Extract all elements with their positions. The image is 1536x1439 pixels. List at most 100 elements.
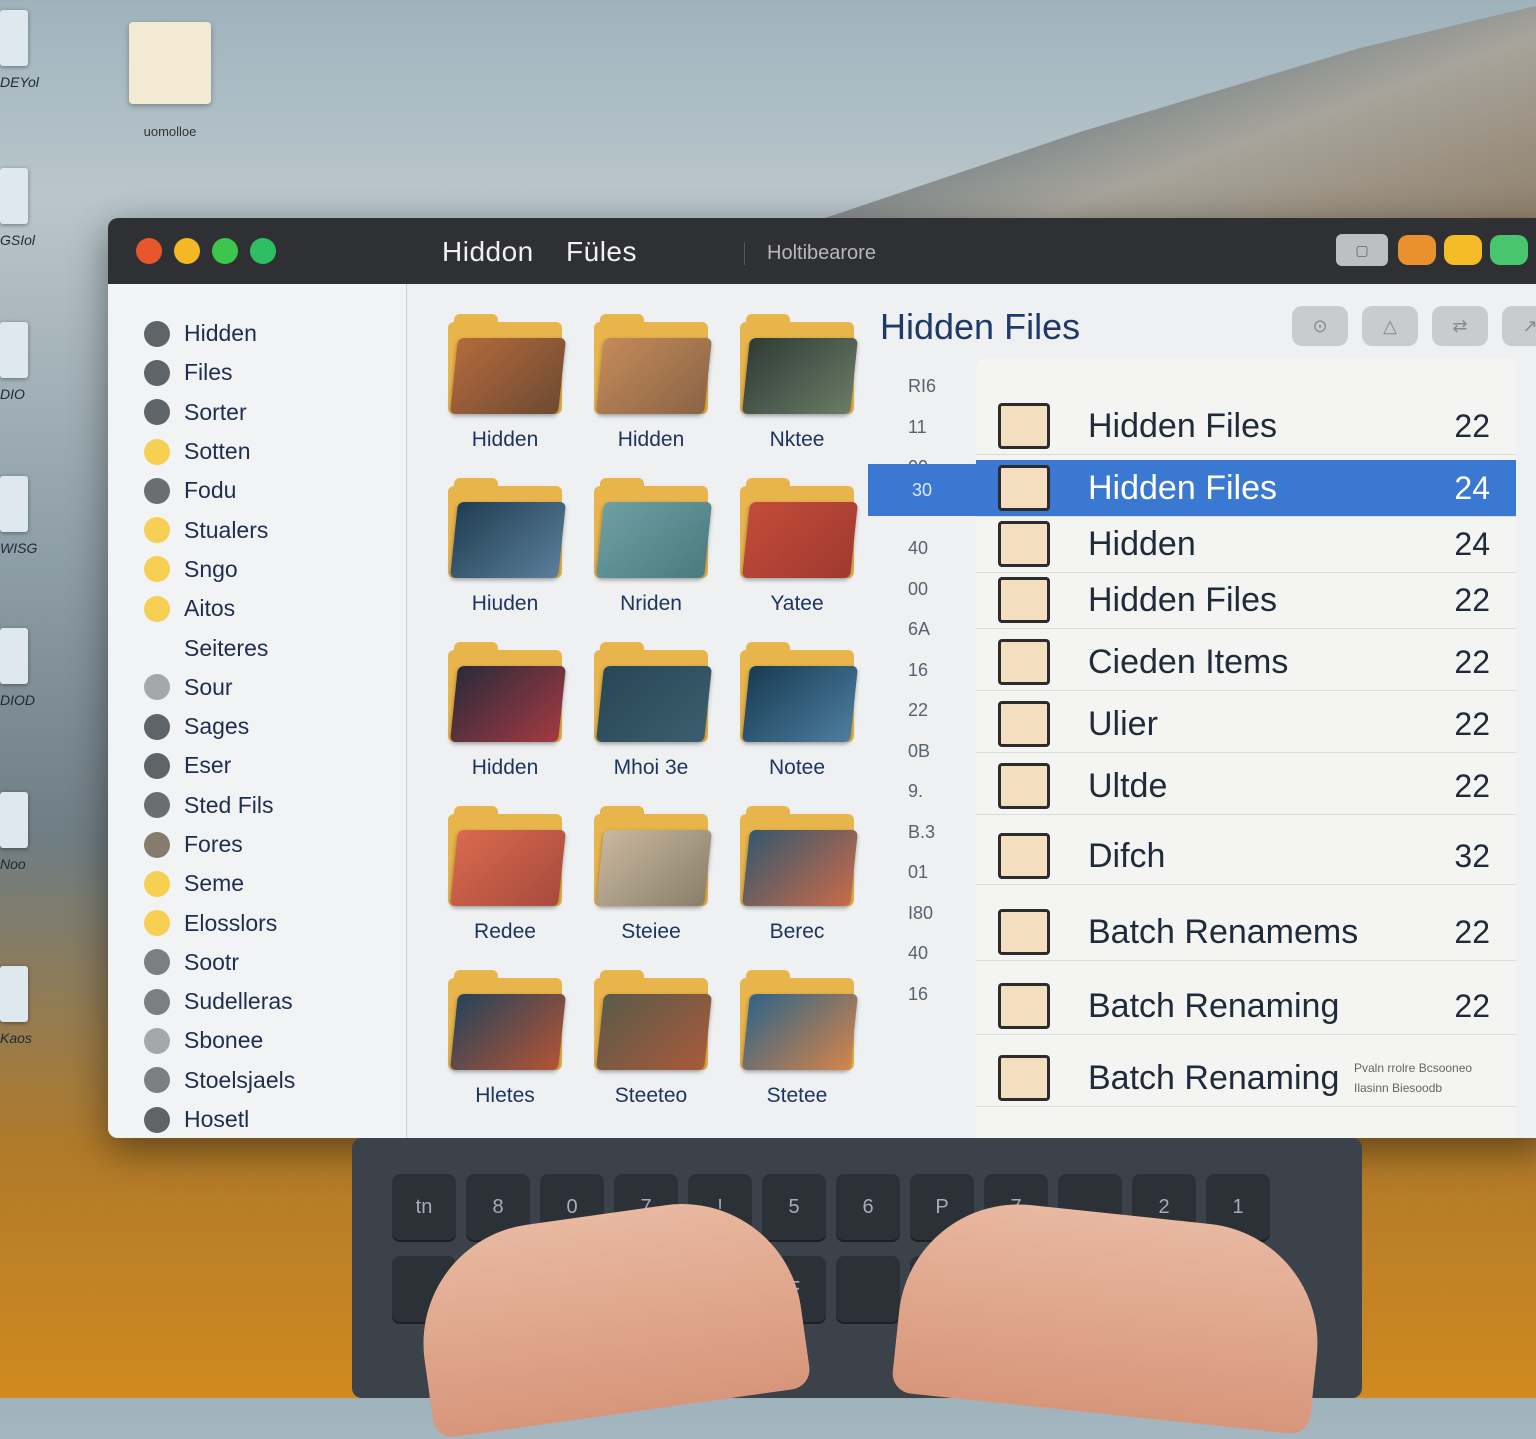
folder-item[interactable]: Hidden	[432, 314, 578, 486]
titlebar-dot[interactable]	[1490, 235, 1528, 265]
keyboard-key[interactable]: 6	[836, 1174, 900, 1240]
sidebar-item[interactable]: Aitos	[108, 589, 406, 628]
keyboard-key[interactable]: 5	[762, 1174, 826, 1240]
sidebar-item[interactable]: Sotten	[108, 432, 406, 471]
sidebar-item[interactable]: Hosetl	[108, 1100, 406, 1138]
sidebar-item[interactable]: Eser	[108, 746, 406, 785]
row-checkbox[interactable]	[998, 465, 1050, 511]
sidebar-item[interactable]: Files	[108, 353, 406, 392]
sidebar-item-label: Files	[184, 359, 233, 386]
row-checkbox[interactable]	[998, 909, 1050, 955]
folder-item[interactable]: Hiuden	[432, 478, 578, 650]
folder-thumbnail	[742, 666, 858, 742]
sidebar-item[interactable]: Sbonee	[108, 1021, 406, 1060]
row-checkbox[interactable]	[998, 639, 1050, 685]
folder-item[interactable]: Nktee	[724, 314, 870, 486]
window-control-dot[interactable]	[250, 238, 276, 264]
row-checkbox[interactable]	[998, 701, 1050, 747]
row-number: 0B	[908, 740, 931, 761]
file-list-row[interactable]: Batch Renaming 22	[976, 978, 1516, 1035]
file-list-row[interactable]: Batch Renamems 22	[976, 904, 1516, 961]
window-control-dot[interactable]	[136, 238, 162, 264]
sidebar-item[interactable]: Seme	[108, 864, 406, 903]
desktop-icon-label: Kaos	[0, 1030, 32, 1046]
keyboard-key[interactable]	[836, 1256, 900, 1322]
detail-tool-button[interactable]: ⇄	[1432, 306, 1488, 346]
folder-item[interactable]: Steiee	[578, 806, 724, 978]
detail-tool-button[interactable]: △	[1362, 306, 1418, 346]
desktop-icon[interactable]: Kaos	[0, 966, 60, 1046]
desktop-icon[interactable]: DEYol	[0, 10, 60, 90]
sidebar-item[interactable]: Hidden	[108, 314, 406, 353]
folder-item[interactable]: Hidden	[578, 314, 724, 486]
toolbar-view-button[interactable]: ▢	[1336, 234, 1388, 266]
sidebar-item[interactable]: Sour	[108, 668, 406, 707]
tag-dot-icon	[144, 595, 170, 622]
row-checkbox[interactable]	[998, 833, 1050, 879]
sidebar-item[interactable]: Sudelleras	[108, 982, 406, 1021]
row-checkbox[interactable]	[998, 577, 1050, 623]
folder-item[interactable]: Stetee	[724, 970, 870, 1138]
file-list-row[interactable]: Difch 32	[976, 828, 1516, 885]
sidebar-item[interactable]: Fores	[108, 825, 406, 864]
file-list-row[interactable]: Ulier 22	[976, 696, 1516, 753]
row-count: 22	[1454, 407, 1490, 444]
desktop-icon[interactable]: DIOD	[0, 628, 60, 708]
desktop-icon-label: DIOD	[0, 692, 35, 708]
file-list-row[interactable]: Ultde 22	[976, 758, 1516, 815]
file-list-row[interactable]: Hidden Files 22	[976, 572, 1516, 629]
sidebar-item[interactable]: Sages	[108, 707, 406, 746]
window-titlebar[interactable]: Hiddon Füles Holtibearore ▢	[108, 218, 1536, 284]
file-icon	[0, 10, 28, 66]
window-control-dot[interactable]	[212, 238, 238, 264]
desktop-icon[interactable]: GSIol	[0, 168, 60, 248]
row-checkbox[interactable]	[998, 763, 1050, 809]
folder-item[interactable]: Notee	[724, 642, 870, 814]
row-checkbox[interactable]	[998, 1055, 1050, 1101]
sidebar-item[interactable]: Sngo	[108, 550, 406, 589]
folder-item[interactable]: Redee	[432, 806, 578, 978]
file-list-row[interactable]: Hidden 24	[976, 516, 1516, 573]
file-list-row[interactable]: Hidden Files 24	[976, 460, 1516, 517]
row-checkbox[interactable]	[998, 983, 1050, 1029]
folder-label: Nktee	[769, 428, 825, 451]
titlebar-dot[interactable]	[1398, 235, 1436, 265]
row-checkbox[interactable]	[998, 521, 1050, 567]
desktop-icon[interactable]: WISG	[0, 476, 60, 556]
tag-dot-icon	[144, 831, 170, 858]
sidebar-item[interactable]: Stualers	[108, 510, 406, 549]
folder-item[interactable]: Hidden	[432, 642, 578, 814]
sidebar-item[interactable]: Sted Fils	[108, 786, 406, 825]
sidebar-item[interactable]: Stoelsjaels	[108, 1061, 406, 1100]
folder-item[interactable]: Mhoi 3e	[578, 642, 724, 814]
folder-item[interactable]: Nriden	[578, 478, 724, 650]
sidebar-item[interactable]: Seiteres	[108, 628, 406, 667]
titlebar-dot[interactable]	[1444, 235, 1482, 265]
folder-thumbnail	[596, 994, 712, 1070]
row-checkbox[interactable]	[998, 403, 1050, 449]
detail-tool-button[interactable]: ↗	[1502, 306, 1536, 346]
folder-item[interactable]: Hletes	[432, 970, 578, 1138]
desktop-document-icon[interactable]: uomolloe	[120, 22, 220, 139]
tag-dot-icon	[144, 1067, 170, 1094]
sidebar-item-label: Eser	[184, 752, 232, 779]
keyboard-key[interactable]: tn	[392, 1174, 456, 1240]
window-control-dot[interactable]	[174, 238, 200, 264]
sidebar-item-label: Aitos	[184, 595, 236, 622]
folder-item[interactable]: Steeteo	[578, 970, 724, 1138]
sidebar-item[interactable]: Elosslors	[108, 903, 406, 942]
detail-title: Hidden Files	[880, 306, 1081, 347]
folder-item[interactable]: Yatee	[724, 478, 870, 650]
sidebar-item[interactable]: Sorter	[108, 393, 406, 432]
file-list-row[interactable]: Cieden Items 22	[976, 634, 1516, 691]
tag-dot-icon	[144, 517, 170, 544]
file-list-row[interactable]: Hidden Files 22	[976, 398, 1516, 455]
folder-item[interactable]: Berec	[724, 806, 870, 978]
desktop-icon[interactable]: Noo	[0, 792, 60, 872]
desktop-icon[interactable]: DIO	[0, 322, 60, 402]
sidebar-item[interactable]: Fodu	[108, 471, 406, 510]
folder-label: Steiee	[621, 920, 681, 943]
detail-tool-button[interactable]: ⊙	[1292, 306, 1348, 346]
sidebar-item[interactable]: Sootr	[108, 943, 406, 982]
folder-label: Yatee	[770, 592, 824, 615]
